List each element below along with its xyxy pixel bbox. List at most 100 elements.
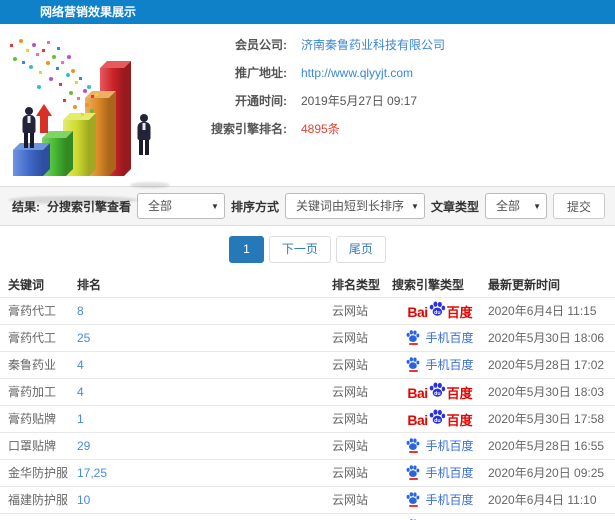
baidu-logo-bai: Bai <box>407 304 428 320</box>
baidu-logo-cn: 百度 <box>446 413 473 428</box>
confetti-dot <box>85 103 89 107</box>
rank-cell: 17,25 <box>77 458 332 486</box>
baidu-logo[interactable]: Bai du 百度 <box>407 382 473 401</box>
promo-url-link[interactable]: http://www.qlyyjt.com <box>301 65 413 81</box>
rank-link[interactable]: 8 <box>77 304 84 318</box>
baidu-paw-icon <box>406 438 420 453</box>
sort-value: 关键词由短到长排序 <box>295 199 404 213</box>
page-1-button[interactable]: 1 <box>229 235 264 263</box>
table-header-row: 关键词 排名 排名类型 搜索引擎类型 最新更新时间 <box>0 272 615 297</box>
confetti-dot <box>56 67 59 70</box>
rank-link[interactable]: 1 <box>77 412 84 426</box>
rank-cell: 4 <box>77 377 332 405</box>
article-type-select[interactable]: 全部 ▼ <box>484 193 547 219</box>
confetti-dot <box>19 39 23 43</box>
confetti-dot <box>52 55 56 59</box>
baidu-logo-bai: Bai <box>407 385 428 401</box>
keyword-cell: 口罩贴牌 <box>0 431 77 459</box>
mobile-baidu-logo[interactable]: 手机百度 <box>406 491 474 508</box>
confetti-dot <box>83 89 87 93</box>
confetti-dot <box>29 65 33 69</box>
rank-link[interactable]: 29 <box>77 439 90 453</box>
mobile-baidu-logo[interactable]: 手机百度 <box>406 356 474 373</box>
next-page-button[interactable]: 下一页 <box>268 235 331 263</box>
baidu-paw-icon: du <box>429 382 446 400</box>
mobile-baidu-label: 手机百度 <box>425 466 474 480</box>
rank-cell: 1 <box>77 404 332 432</box>
rank-link[interactable]: 25 <box>77 331 90 345</box>
confetti-dot <box>36 53 39 56</box>
submit-button[interactable]: 提交 <box>552 193 605 219</box>
rank-type-cell: 云网站 <box>332 404 392 432</box>
page-title: 网络营销效果展示 <box>40 5 137 19</box>
svg-text:du: du <box>434 391 440 397</box>
baidu-paw-icon <box>406 492 420 507</box>
summary-section: 会员公司: 济南秦鲁药业科技有限公司 推广地址: http://www.qlyy… <box>0 24 615 204</box>
article-type-value: 全部 <box>495 199 520 213</box>
col-rank: 排名 <box>77 277 102 292</box>
mobile-baidu-logo[interactable]: 手机百度 <box>406 464 474 481</box>
baidu-logo[interactable]: Bai du 百度 <box>407 301 473 320</box>
mobile-baidu-logo[interactable]: 手机百度 <box>406 329 474 346</box>
rank-type-cell: 云网站 <box>332 323 392 351</box>
info-row-rank-count: 搜索引擎排名: 4895条 <box>175 121 445 137</box>
table-row: 膏药加工 4 云网站 Bai du 百度 2020年5月30日 18:03 <box>0 377 615 405</box>
table-row: 秦鲁药业 4 云网站 手机百度 2020年5月28日 17:02 <box>0 350 615 378</box>
rank-count-value: 4895条 <box>301 122 340 136</box>
baidu-logo-bai: Bai <box>407 412 428 428</box>
svg-text:du: du <box>434 310 440 316</box>
company-label: 会员公司: <box>235 38 287 52</box>
rank-count-label: 搜索引擎排名: <box>211 122 287 136</box>
table-row-partial: 手机百度 <box>0 512 615 520</box>
table-row: 口罩贴牌 29 云网站 手机百度 2020年5月28日 16:55 <box>0 431 615 459</box>
confetti-dot <box>10 44 13 47</box>
rank-link[interactable]: 17,25 <box>77 466 107 480</box>
confetti-dot <box>42 49 45 52</box>
open-time-label: 开通时间: <box>235 94 287 108</box>
update-time-cell: 2020年6月4日 11:10 <box>488 485 615 513</box>
baidu-logo[interactable]: Bai du 百度 <box>407 409 473 428</box>
table-row: 福建防护服 10 云网站 手机百度 2020年6月4日 11:10 <box>0 485 615 513</box>
promo-url-label: 推广地址: <box>235 66 287 80</box>
rank-cell: 4 <box>77 350 332 378</box>
filter-bar: 结果: 分搜索引擎查看 全部 ▼ 排序方式 关键词由短到长排序 ▼ 文章类型 全… <box>0 186 615 226</box>
rank-link[interactable]: 4 <box>77 385 84 399</box>
rank-type-cell: 云网站 <box>332 377 392 405</box>
rank-cell: 29 <box>77 431 332 459</box>
last-page-button[interactable]: 尾页 <box>335 235 386 263</box>
confetti-dot <box>79 77 82 80</box>
mobile-baidu-logo[interactable]: 手机百度 <box>406 437 474 454</box>
keyword-ranking-table: 关键词 排名 排名类型 搜索引擎类型 最新更新时间 膏药代工 8 云网站 Bai du… <box>0 272 615 520</box>
update-time-cell: 2020年6月4日 11:15 <box>488 296 615 324</box>
chevron-down-icon: ▼ <box>533 202 541 211</box>
engine-cell: 手机百度 <box>392 512 488 520</box>
baidu-paw-icon: du <box>429 301 446 319</box>
update-time-cell: 2020年5月30日 18:06 <box>488 323 615 351</box>
confetti-dot <box>66 73 70 77</box>
rank-link[interactable]: 4 <box>77 358 84 372</box>
rank-type-cell <box>332 512 392 520</box>
keyword-cell: 膏药代工 <box>0 323 77 351</box>
engine-cell: 手机百度 <box>392 458 488 486</box>
keyword-cell <box>0 512 77 520</box>
rank-type-cell: 云网站 <box>332 458 392 486</box>
confetti-dot <box>87 85 91 89</box>
sort-select[interactable]: 关键词由短到长排序 ▼ <box>284 193 425 219</box>
rank-link[interactable]: 10 <box>77 493 90 507</box>
confetti-dot <box>91 95 94 98</box>
update-time-cell: 2020年5月28日 17:02 <box>488 350 615 378</box>
update-time-cell: 2020年5月28日 16:55 <box>488 431 615 459</box>
engine-filter-select[interactable]: 全部 ▼ <box>136 193 225 219</box>
keyword-cell: 金华防护服 <box>0 458 77 486</box>
chevron-down-icon: ▼ <box>211 202 219 211</box>
rank-type-cell: 云网站 <box>332 431 392 459</box>
bar-chart-illustration <box>0 24 175 204</box>
company-link[interactable]: 济南秦鲁药业科技有限公司 <box>301 37 445 53</box>
engine-cell: 手机百度 <box>392 323 488 351</box>
confetti-dot <box>57 47 60 50</box>
open-time-value: 2019年5月27日 09:17 <box>301 94 418 108</box>
mobile-baidu-label: 手机百度 <box>425 358 474 372</box>
rank-type-cell: 云网站 <box>332 485 392 513</box>
mobile-baidu-label: 手机百度 <box>425 493 474 507</box>
keyword-cell: 膏药加工 <box>0 377 77 405</box>
